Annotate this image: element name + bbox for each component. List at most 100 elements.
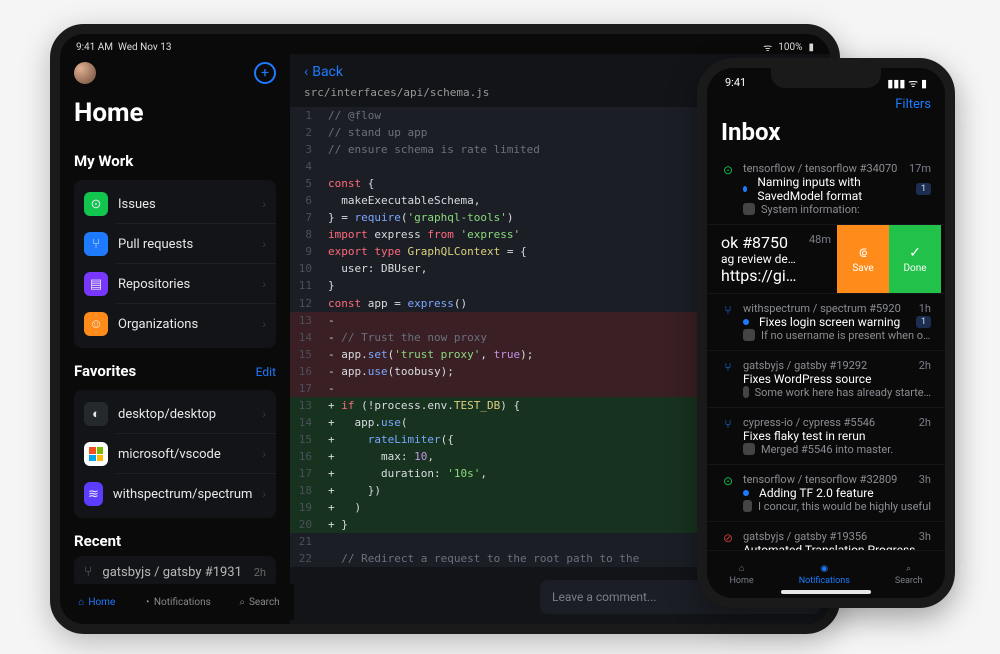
line-number: 13 bbox=[290, 397, 322, 414]
line-number: 1 bbox=[290, 107, 322, 124]
swipe-save-button[interactable]: ⟃Save bbox=[837, 225, 889, 293]
line-number: 8 bbox=[290, 226, 322, 243]
iphone-device: 9:41 ▮▮▮ ᯤ ▮ Filters Inbox ⊙tensorflow /… bbox=[697, 58, 955, 608]
inbox-desc: https://github.co… bbox=[721, 266, 801, 285]
page-title: Home bbox=[74, 98, 276, 128]
line-number: 15 bbox=[290, 431, 322, 448]
recent-label: gatsbyjs / gatsby #1931 bbox=[102, 565, 242, 580]
edit-favorites-button[interactable]: Edit bbox=[256, 365, 276, 379]
inbox-time: 17m bbox=[909, 162, 931, 175]
status-icon: ⑂ bbox=[721, 416, 735, 456]
iphone-notch bbox=[771, 68, 881, 88]
section-favorites: Favorites bbox=[74, 362, 136, 380]
repo-icon: ▤ bbox=[84, 272, 108, 296]
line-number: 16 bbox=[290, 448, 322, 465]
status-icon: ⑂ bbox=[721, 302, 735, 342]
line-number: 3 bbox=[290, 141, 322, 158]
ipad-time: 9:41 AM bbox=[76, 42, 113, 53]
inbox-repo: tensorflow / tensorflow #32809 bbox=[743, 473, 931, 486]
swipe-done-button[interactable]: ✓Done bbox=[889, 225, 941, 293]
chevron-right-icon: › bbox=[262, 487, 266, 501]
org-icon: ☺ bbox=[84, 312, 108, 336]
count-badge: 1 bbox=[916, 316, 931, 328]
inbox-item[interactable]: ⊙tensorflow / tensorflow #34070Naming in… bbox=[707, 154, 945, 225]
chevron-right-icon: › bbox=[262, 277, 266, 291]
filters-button[interactable]: Filters bbox=[895, 97, 931, 112]
inbox-time: 3h bbox=[919, 530, 931, 543]
line-number: 18 bbox=[290, 482, 322, 499]
nav-organizations[interactable]: ☺ Organizations › bbox=[74, 304, 276, 344]
inbox-title: ag review decision bbox=[721, 252, 801, 266]
inbox-item[interactable]: ⑂gatsbyjs / gatsby #19292Fixes WordPress… bbox=[707, 351, 945, 408]
line-number: 19 bbox=[290, 499, 322, 516]
ipad-tabbar: ⌂Home ◔ Notifications ⌕Search bbox=[64, 584, 294, 620]
nav-repositories[interactable]: ▤Repositories› bbox=[74, 264, 276, 304]
chevron-right-icon: › bbox=[262, 317, 266, 331]
count-badge: 1 bbox=[916, 183, 931, 195]
inbox-time: 48m bbox=[809, 225, 837, 293]
unread-dot-icon bbox=[743, 490, 749, 496]
inbox-item-swiped[interactable]: ok #8750ag review decisionhttps://github… bbox=[707, 225, 945, 294]
actor-avatar-icon bbox=[743, 386, 749, 398]
add-button[interactable]: + bbox=[254, 62, 276, 84]
pr-merge-icon: ⑂ bbox=[84, 564, 92, 580]
line-number: 6 bbox=[290, 192, 322, 209]
line-number: 10 bbox=[290, 260, 322, 277]
line-number: 14 bbox=[290, 414, 322, 431]
line-number: 4 bbox=[290, 158, 322, 175]
nav-label: Organizations bbox=[118, 317, 198, 332]
fav-label: withspectrum/spectrum bbox=[113, 487, 253, 502]
line-number: 15 bbox=[290, 346, 322, 363]
line-number: 11 bbox=[290, 277, 322, 294]
inbox-item[interactable]: ⑂cypress-io / cypress #5546Fixes flaky t… bbox=[707, 408, 945, 465]
tab-label: Notifications bbox=[154, 597, 211, 608]
spectrum-icon: ≋ bbox=[84, 482, 103, 506]
section-my-work: My Work bbox=[74, 152, 133, 170]
nav-pull-requests[interactable]: ⑂Pull requests› bbox=[74, 224, 276, 264]
tab-notifications[interactable]: ◔ Notifications bbox=[144, 597, 211, 608]
line-number: 22 bbox=[290, 550, 322, 567]
actor-avatar-icon bbox=[743, 203, 755, 215]
tab-notifications[interactable]: ◉Notifications bbox=[799, 564, 850, 586]
nav-issues[interactable]: ⊙Issues› bbox=[74, 184, 276, 224]
inbox-desc: System information: bbox=[743, 203, 931, 216]
line-number: 9 bbox=[290, 243, 322, 260]
home-indicator[interactable] bbox=[781, 590, 871, 594]
signal-icon: ▮▮▮ bbox=[887, 77, 905, 90]
tab-search[interactable]: ⌕Search bbox=[239, 597, 279, 608]
tab-home[interactable]: ⌂Home bbox=[729, 563, 753, 586]
favorite-item[interactable]: ≋ withspectrum/spectrum › bbox=[74, 474, 276, 514]
github-icon: ◐ bbox=[84, 402, 108, 426]
status-icon: ⊙ bbox=[721, 162, 735, 216]
bell-icon: ◔ bbox=[144, 597, 150, 608]
bookmark-icon: ⟃ bbox=[859, 245, 867, 261]
status-icon: ⑂ bbox=[721, 359, 735, 399]
home-icon: ⌂ bbox=[78, 597, 84, 608]
inbox-desc: I concur, this would be highly useful bbox=[743, 500, 931, 513]
favorite-item[interactable]: ◐desktop/desktop› bbox=[74, 394, 276, 434]
charge-percent: 100% bbox=[778, 42, 802, 53]
inbox-title: Fixes login screen warning1 bbox=[743, 315, 931, 329]
inbox-desc: If no username is present when o… bbox=[743, 329, 931, 342]
line-number: 16 bbox=[290, 363, 322, 380]
tab-search[interactable]: ⌕Search bbox=[895, 564, 923, 586]
tab-home[interactable]: ⌂Home bbox=[78, 597, 115, 608]
inbox-item[interactable]: ⑂withspectrum / spectrum #5920Fixes logi… bbox=[707, 294, 945, 351]
inbox-title: Naming inputs with SavedModel format1 bbox=[743, 175, 931, 203]
user-avatar[interactable] bbox=[74, 62, 96, 84]
status-icon: ⊙ bbox=[721, 473, 735, 513]
inbox-list[interactable]: ⊙tensorflow / tensorflow #34070Naming in… bbox=[707, 154, 945, 593]
line-number: 5 bbox=[290, 175, 322, 192]
inbox-title: Fixes flaky test in rerun bbox=[743, 429, 931, 443]
nav-label: Issues bbox=[118, 197, 156, 212]
search-icon: ⌕ bbox=[906, 564, 911, 574]
inbox-item[interactable]: ⊙ tensorflow / tensorflow #32809Adding TF… bbox=[707, 465, 945, 522]
my-work-list: ⊙Issues› ⑂Pull requests› ▤Repositories› … bbox=[74, 180, 276, 348]
comment-input[interactable]: Leave a comment... bbox=[552, 590, 656, 604]
inbox-desc: Merged #5546 into master. bbox=[743, 443, 931, 456]
ipad-status-bar: 9:41 AM Wed Nov 13 ᯤ 100% ▮ bbox=[60, 34, 830, 54]
favorite-item[interactable]: microsoft/vscode› bbox=[74, 434, 276, 474]
line-number: 12 bbox=[290, 295, 322, 312]
inbox-repo: ok #8750 bbox=[721, 233, 801, 252]
inbox-title: Adding TF 2.0 feature bbox=[743, 486, 931, 500]
